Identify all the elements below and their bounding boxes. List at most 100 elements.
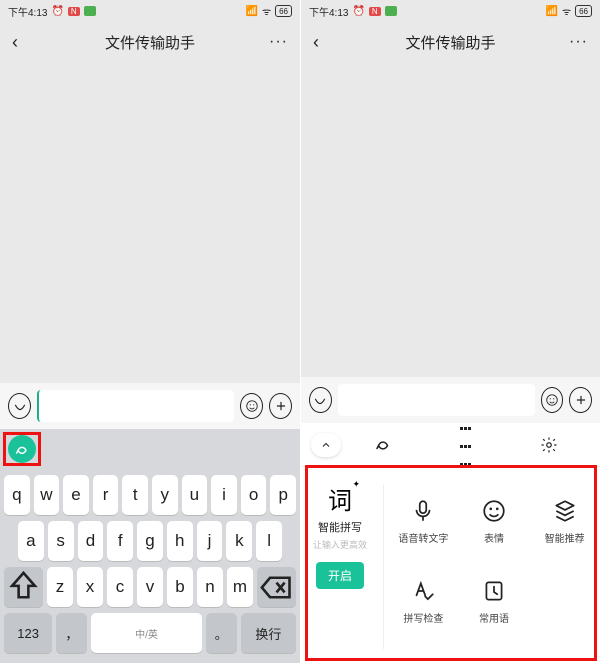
key-a[interactable]: a: [18, 521, 44, 561]
key-numeric[interactable]: 123: [4, 613, 52, 653]
key-enter[interactable]: 换行: [241, 613, 296, 653]
voice-icon[interactable]: [8, 393, 31, 419]
key-space[interactable]: 中/英: [91, 613, 201, 653]
key-s[interactable]: s: [48, 521, 74, 561]
status-badge-red: N: [369, 7, 381, 16]
key-k[interactable]: k: [226, 521, 252, 561]
smart-spell-card: 词✦ 智能拼写 让输入更高效 开启: [301, 481, 379, 653]
keyboard: q w e r t y u i o p a s d f g h j k l z: [0, 469, 300, 663]
enable-button[interactable]: 开启: [316, 562, 364, 589]
mic-icon: [410, 498, 436, 524]
key-row-2: a s d f g h j k l: [4, 521, 296, 561]
battery-icon: 66: [575, 5, 592, 17]
phone-left: 下午4:13 ⏰ N 📶 ᯤ 66 ‹ 文件传输助手 ···: [0, 0, 300, 663]
back-button[interactable]: ‹: [313, 32, 319, 53]
feature-label: 语音转文字: [398, 530, 448, 545]
key-period[interactable]: 。: [206, 613, 237, 653]
tab-ime-logo[interactable]: [341, 423, 424, 467]
wifi-icon: ᯤ: [562, 4, 571, 18]
nav-bar: ‹ 文件传输助手 ···: [0, 22, 300, 62]
phone-right: 下午4:13 ⏰ N 📶 ᯤ 66 ‹ 文件传输助手 ···: [300, 0, 600, 663]
feature-grid: 语音转文字 表情 智能推荐 拼写检查 常用语: [388, 481, 600, 653]
key-comma[interactable]: ，: [56, 613, 87, 653]
key-l[interactable]: l: [256, 521, 282, 561]
key-c[interactable]: c: [107, 567, 133, 607]
feature-spell-check[interactable]: 拼写检查: [388, 561, 459, 641]
key-v[interactable]: v: [137, 567, 163, 607]
smart-spell-title: 词✦: [328, 481, 352, 516]
input-row: [0, 383, 300, 429]
key-o[interactable]: o: [241, 475, 267, 515]
keyboard-strip: [0, 429, 300, 469]
feature-phrases[interactable]: 常用语: [459, 561, 530, 641]
signal-icon: 📶: [546, 6, 558, 17]
key-u[interactable]: u: [182, 475, 208, 515]
ime-logo-button[interactable]: [8, 435, 36, 463]
feature-label: 拼写检查: [403, 610, 443, 625]
status-bar: 下午4:13 ⏰ N 📶 ᯤ 66: [301, 0, 600, 22]
smile-icon[interactable]: [240, 393, 263, 419]
plus-icon[interactable]: [569, 387, 592, 413]
key-backspace[interactable]: [257, 567, 296, 607]
input-row: [301, 377, 600, 423]
note-icon: [481, 578, 507, 604]
key-e[interactable]: e: [63, 475, 89, 515]
spellcheck-icon: [410, 578, 436, 604]
feature-voice-to-text[interactable]: 语音转文字: [388, 481, 459, 561]
feature-panel: 词✦ 智能拼写 让输入更高效 开启 语音转文字 表情 智能推荐 拼写检查: [301, 467, 600, 663]
signal-icon: 📶: [246, 6, 258, 17]
key-x[interactable]: x: [77, 567, 103, 607]
key-n[interactable]: n: [197, 567, 223, 607]
divider: [383, 485, 384, 649]
grid-icon: [460, 418, 472, 472]
key-z[interactable]: z: [47, 567, 73, 607]
key-j[interactable]: j: [197, 521, 223, 561]
key-t[interactable]: t: [122, 475, 148, 515]
key-row-3: z x c v b n m: [4, 567, 296, 607]
expand-button[interactable]: [311, 433, 341, 457]
page-title: 文件传输助手: [405, 32, 495, 53]
more-button[interactable]: ···: [569, 33, 588, 51]
message-input[interactable]: [37, 390, 234, 422]
key-g[interactable]: g: [137, 521, 163, 561]
battery-icon: 66: [275, 5, 292, 17]
page-title: 文件传输助手: [105, 32, 195, 53]
alarm-icon: ⏰: [352, 6, 364, 17]
tab-settings[interactable]: [507, 423, 590, 467]
status-time: 下午4:13: [8, 4, 47, 19]
key-p[interactable]: p: [270, 475, 296, 515]
key-m[interactable]: m: [227, 567, 253, 607]
smile-icon: [481, 498, 507, 524]
status-badge-green: [385, 6, 397, 16]
alarm-icon: ⏰: [51, 6, 63, 17]
key-i[interactable]: i: [211, 475, 237, 515]
key-d[interactable]: d: [78, 521, 104, 561]
more-button[interactable]: ···: [269, 33, 288, 51]
feature-label: 表情: [484, 530, 504, 545]
feature-label: 智能推荐: [545, 530, 585, 545]
tab-grid[interactable]: [424, 423, 507, 467]
key-shift[interactable]: [4, 567, 43, 607]
chat-body: [301, 62, 600, 377]
key-q[interactable]: q: [4, 475, 30, 515]
back-button[interactable]: ‹: [12, 32, 18, 53]
nav-bar: ‹ 文件传输助手 ···: [301, 22, 600, 62]
message-input[interactable]: [338, 384, 535, 416]
chat-body: [0, 62, 300, 383]
feature-smart-rec[interactable]: 智能推荐: [529, 481, 600, 561]
key-f[interactable]: f: [107, 521, 133, 561]
smart-spell-hint: 让输入更高效: [313, 538, 367, 551]
voice-icon[interactable]: [309, 387, 332, 413]
plus-icon[interactable]: [269, 393, 292, 419]
key-h[interactable]: h: [167, 521, 193, 561]
feature-emoji[interactable]: 表情: [459, 481, 530, 561]
smart-spell-subtitle: 智能拼写: [318, 519, 362, 535]
key-r[interactable]: r: [93, 475, 119, 515]
key-row-4: 123 ， 中/英 。 换行: [4, 613, 296, 653]
gear-icon: [540, 436, 558, 454]
key-w[interactable]: w: [34, 475, 60, 515]
smile-icon[interactable]: [541, 387, 564, 413]
key-b[interactable]: b: [167, 567, 193, 607]
status-time: 下午4:13: [309, 4, 348, 19]
key-y[interactable]: y: [152, 475, 178, 515]
